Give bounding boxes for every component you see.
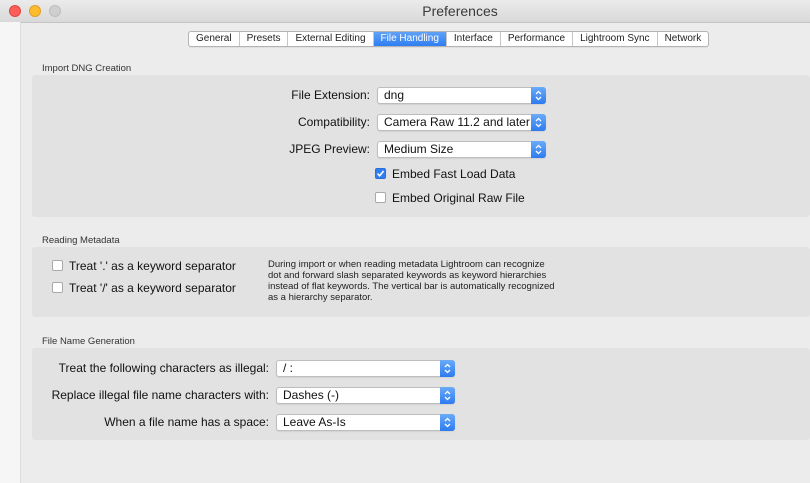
file-extension-select[interactable]: dng [377,87,546,104]
space-handling-label: When a file name has a space: [104,415,269,429]
tab-performance[interactable]: Performance [501,32,574,46]
compatibility-select[interactable]: Camera Raw 11.2 and later [377,114,546,131]
title-bar: Preferences [0,0,810,23]
chevron-up-down-icon [531,114,546,131]
tab-presets[interactable]: Presets [240,32,289,46]
tab-file-handling[interactable]: File Handling [373,32,447,46]
tab-network[interactable]: Network [658,32,709,46]
checkmark-icon [376,170,385,178]
description-line: as a hierarchy separator. [268,292,373,303]
chevron-up-down-icon [531,87,546,104]
jpeg-preview-select[interactable]: Medium Size [377,141,546,158]
reading-metadata-section-title: Reading Metadata [42,235,120,246]
chevron-up-down-icon [440,387,455,404]
keyword-separator-description: During import or when reading metadata L… [268,259,555,303]
tab-external-editing[interactable]: External Editing [288,32,374,46]
embed-fast-load-label: Embed Fast Load Data [392,167,516,181]
slash-separator-label: Treat '/' as a keyword separator [69,281,236,295]
illegal-chars-value: / : [283,361,294,375]
file-extension-label: File Extension: [291,88,370,102]
description-line: instead of flat keywords. The vertical b… [268,281,555,292]
space-handling-select[interactable]: Leave As-Is [276,414,455,431]
description-line: During import or when reading metadata L… [268,259,545,270]
tab-general[interactable]: General [189,32,240,46]
chevron-up-down-icon [531,141,546,158]
illegal-chars-select[interactable]: / : [276,360,455,377]
jpeg-preview-label: JPEG Preview: [289,142,370,156]
compatibility-label: Compatibility: [297,115,370,129]
dot-separator-checkbox[interactable] [52,260,63,271]
space-handling-value: Leave As-Is [283,415,346,429]
dot-separator-label: Treat '.' as a keyword separator [69,259,236,273]
chevron-up-down-icon [440,414,455,431]
window-left-edge [0,22,21,483]
import-dng-section-title: Import DNG Creation [42,63,132,74]
description-line: dot and forward slash separated keywords… [268,270,547,281]
embed-original-raw-label: Embed Original Raw File [392,191,525,205]
chevron-up-down-icon [440,360,455,377]
illegal-chars-label: Treat the following characters as illega… [58,361,269,375]
embed-original-raw-checkbox[interactable] [375,192,386,203]
tab-lightroom-sync[interactable]: Lightroom Sync [573,32,658,46]
slash-separator-checkbox[interactable] [52,282,63,293]
preferences-tab-bar: General Presets External Editing File Ha… [188,31,710,47]
replace-chars-label: Replace illegal file name characters wit… [51,388,269,402]
file-name-generation-section-title: File Name Generation [42,336,135,347]
replace-chars-select[interactable]: Dashes (-) [276,387,455,404]
window-title: Preferences [422,3,498,19]
file-extension-value: dng [384,88,405,102]
tab-interface[interactable]: Interface [447,32,501,46]
jpeg-preview-value: Medium Size [384,142,454,156]
compatibility-value: Camera Raw 11.2 and later [384,115,530,129]
replace-chars-value: Dashes (-) [283,388,340,402]
embed-fast-load-checkbox[interactable] [375,168,386,179]
